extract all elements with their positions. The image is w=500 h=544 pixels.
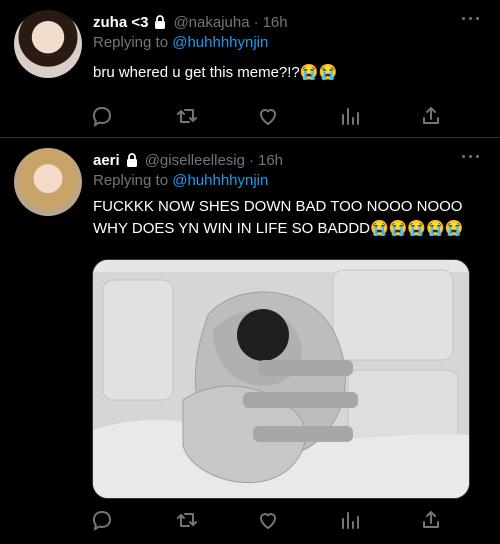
meme-photo — [93, 260, 469, 498]
tweet-text: FUCKKK NOW SHES DOWN BAD TOO NOOO NOOO W… — [93, 198, 464, 237]
more-icon[interactable] — [462, 16, 480, 22]
separator: · — [253, 13, 259, 31]
display-name[interactable]: aeri — [93, 152, 120, 169]
retweet-icon[interactable] — [175, 508, 199, 532]
share-icon[interactable] — [419, 104, 443, 128]
handle[interactable]: @nakajuha — [173, 14, 249, 31]
lock-icon — [126, 153, 137, 167]
tweet-header: zuha <3 @nakajuha · 16h — [93, 12, 288, 32]
replying-to-handle[interactable]: @huhhhhynjin — [172, 34, 268, 51]
tweet-header: aeri @giselleellesig · 16h — [93, 150, 283, 170]
replying-to: Replying to @huhhhhynjin — [93, 34, 268, 51]
replying-to: Replying to @huhhhhynjin — [93, 172, 268, 189]
timestamp[interactable]: 16h — [263, 14, 288, 31]
tweet-2[interactable]: aeri @giselleellesig · 16h Replying to @… — [0, 138, 500, 544]
tweet-actions — [90, 508, 440, 532]
retweet-icon[interactable] — [175, 104, 199, 128]
tweet-1[interactable]: zuha <3 @nakajuha · 16h Replying to @huh… — [0, 0, 500, 138]
like-icon[interactable] — [256, 104, 280, 128]
share-icon[interactable] — [419, 508, 443, 532]
reply-icon[interactable] — [90, 104, 114, 128]
lock-icon — [155, 15, 166, 29]
handle[interactable]: @giselleellesig — [145, 152, 245, 169]
reply-icon[interactable] — [90, 508, 114, 532]
replying-to-label: Replying to — [93, 34, 169, 51]
avatar[interactable] — [14, 10, 82, 78]
like-icon[interactable] — [256, 508, 280, 532]
tweet-actions — [90, 104, 440, 128]
tweet-text: bru whered u get this meme?!?😭😭 — [93, 64, 338, 81]
timestamp[interactable]: 16h — [258, 152, 283, 169]
avatar[interactable] — [14, 148, 82, 216]
analytics-icon[interactable] — [338, 508, 362, 532]
display-name[interactable]: zuha <3 — [93, 14, 148, 31]
separator: · — [248, 151, 254, 169]
replying-to-handle[interactable]: @huhhhhynjin — [172, 172, 268, 189]
tweet-image[interactable] — [92, 259, 470, 499]
replying-to-label: Replying to — [93, 172, 169, 189]
more-icon[interactable] — [462, 154, 480, 160]
analytics-icon[interactable] — [338, 104, 362, 128]
